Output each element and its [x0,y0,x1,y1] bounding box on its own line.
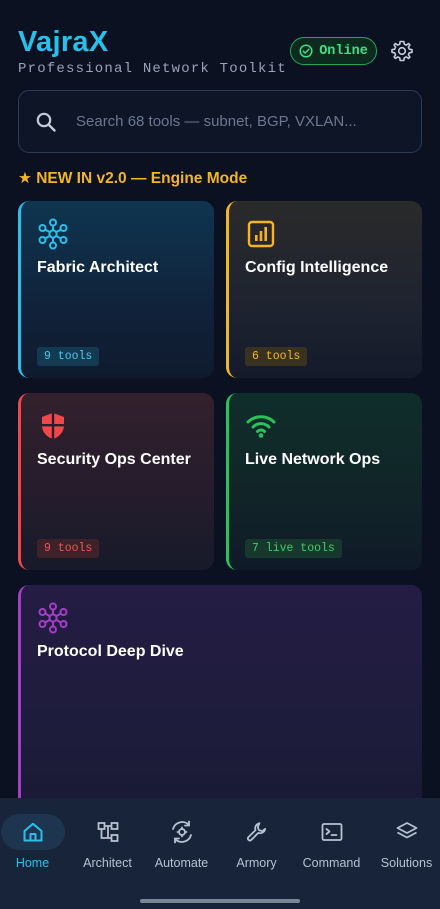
card-title: Fabric Architect [37,259,159,276]
nav-command-icon-wrap [300,814,364,850]
tool-count-badge: 6 tools [245,347,308,366]
search-input[interactable] [76,113,421,130]
nav-home-highlight [0,814,65,850]
nav-automate[interactable]: Automate [144,798,219,876]
card-title: Live Network Ops [245,451,381,468]
network-hub-icon [38,602,68,634]
app-header: VajraX Professional Network Toolkit Onli… [18,26,422,86]
nav-automate-icon-wrap [150,814,214,850]
nav-armory[interactable]: Armory [219,798,294,876]
card-security-ops-center[interactable]: Security Ops Center 9 tools [18,393,214,570]
nav-armory-label: Armory [236,856,277,870]
tool-count-badge: 9 tools [37,539,100,558]
hierarchy-icon [97,822,118,842]
shield-icon [42,413,64,439]
card-title: Security Ops Center [37,451,191,468]
nav-command[interactable]: Command [294,798,369,876]
nav-armory-icon-wrap [225,814,289,850]
automation-icon [171,820,192,844]
wrench-icon [246,822,266,842]
nav-architect-label: Architect [83,856,132,870]
layers-icon [396,822,417,839]
nav-command-label: Command [302,856,361,870]
status-badge: Online [290,37,377,65]
app-subtitle: Professional Network Toolkit [18,61,287,77]
status-label: Online [319,43,368,59]
bottom-nav: Home Architect Automate Armory Command S… [0,798,440,909]
nav-solutions-label: Solutions [380,856,433,870]
card-protocol-deep-dive[interactable]: Protocol Deep Dive [18,585,422,815]
home-indicator-bar[interactable] [140,899,300,903]
card-config-intelligence[interactable]: Config Intelligence 6 tools [226,201,422,378]
app-title: VajraX [18,26,109,58]
nav-home-label: Home [15,856,50,870]
card-live-network-ops[interactable]: Live Network Ops 7 live tools [226,393,422,570]
nav-architect[interactable]: Architect [70,798,145,876]
network-hub-icon [38,218,68,250]
home-icon [23,822,42,842]
nav-solutions[interactable]: Solutions [369,798,440,876]
gear-icon[interactable] [390,39,414,63]
search-bar[interactable] [18,90,422,153]
tool-count-badge: 7 live tools [245,539,342,558]
terminal-icon [321,823,342,841]
new-feature-banner: ★ NEW IN v2.0 — Engine Mode [18,170,248,187]
nav-automate-label: Automate [154,856,209,870]
card-title: Config Intelligence [245,259,389,276]
nav-home[interactable]: Home [0,798,70,876]
tool-count-badge: 9 tools [37,347,100,366]
nav-architect-icon-wrap [76,814,140,850]
search-icon [36,112,56,132]
check-circle-icon [299,44,313,58]
chart-box-icon [247,220,275,248]
card-fabric-architect[interactable]: Fabric Architect 9 tools [18,201,214,378]
wifi-icon [246,415,276,438]
nav-solutions-icon-wrap [375,814,439,850]
card-title: Protocol Deep Dive [37,643,184,660]
